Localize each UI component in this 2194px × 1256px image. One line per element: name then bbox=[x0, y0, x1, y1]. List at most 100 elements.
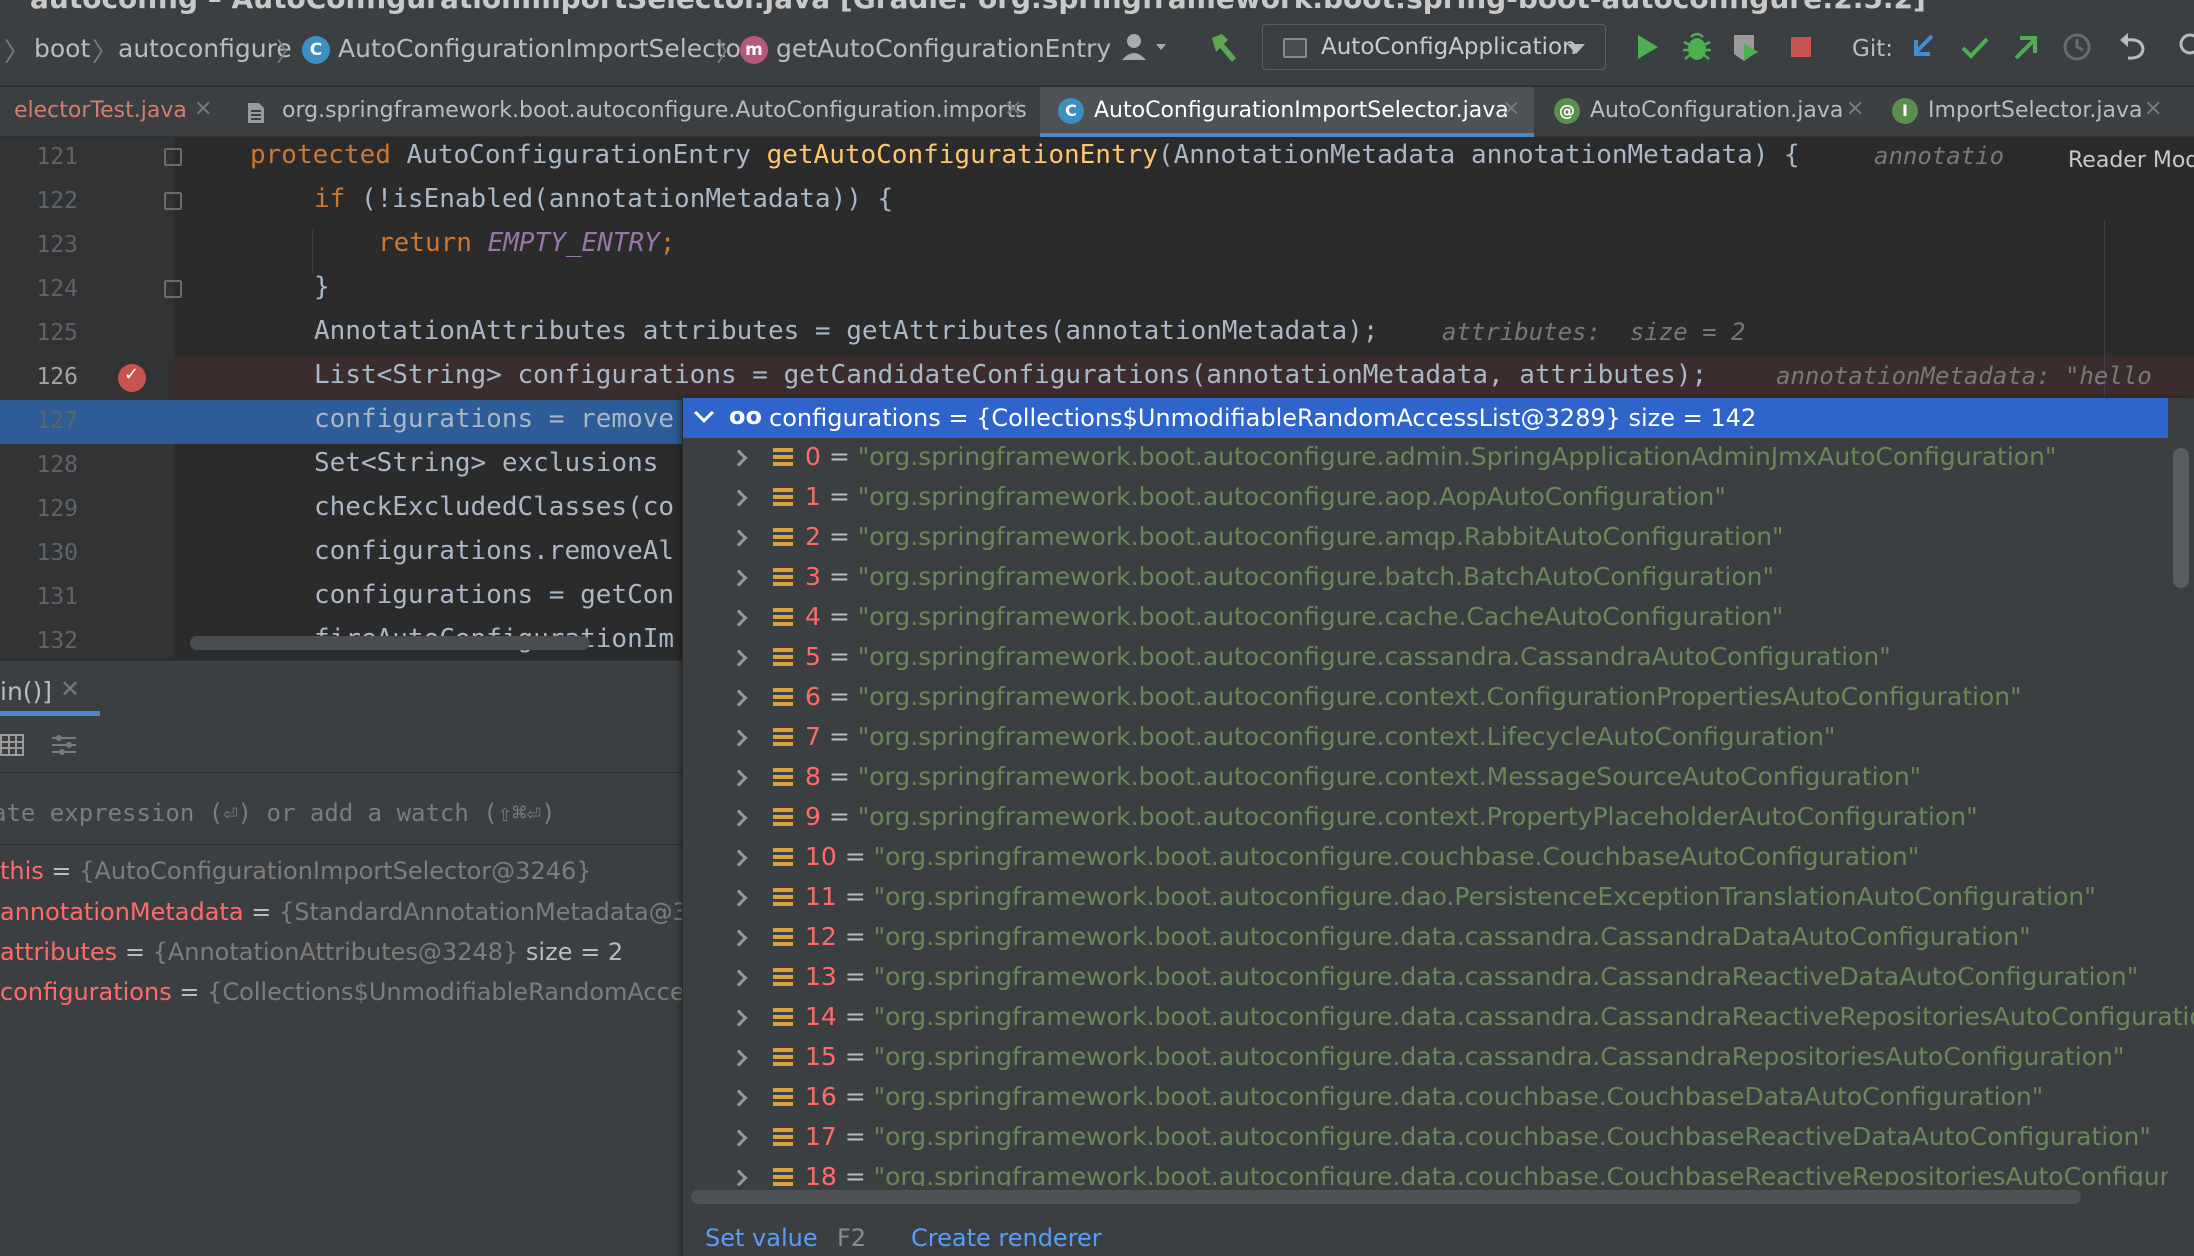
chevron-right-icon[interactable] bbox=[730, 849, 748, 867]
list-item[interactable]: 4 = "org.springframework.boot.autoconfig… bbox=[683, 598, 2168, 638]
list-item[interactable]: 18 = "org.springframework.boot.autoconfi… bbox=[683, 1158, 2168, 1186]
close-icon[interactable]: ✕ bbox=[194, 97, 212, 122]
watch-expression-input[interactable]: ate expression (⏎) or add a watch (⇧⌘⏎) bbox=[0, 785, 690, 845]
close-icon[interactable]: ✕ bbox=[60, 675, 80, 703]
variable-row[interactable]: attributes = {AnnotationAttributes@3248}… bbox=[0, 938, 623, 966]
list-item[interactable]: 7 = "org.springframework.boot.autoconfig… bbox=[683, 718, 2168, 758]
list-item[interactable]: 15 = "org.springframework.boot.autoconfi… bbox=[683, 1038, 2168, 1078]
chevron-right-icon[interactable] bbox=[730, 809, 748, 827]
list-item[interactable]: 13 = "org.springframework.boot.autoconfi… bbox=[683, 958, 2168, 998]
field-lines-icon bbox=[773, 1088, 793, 1108]
annotation-icon: @ bbox=[1554, 98, 1580, 124]
chevron-right-icon[interactable] bbox=[730, 609, 748, 627]
run-configuration-dropdown[interactable]: AutoConfigApplication bbox=[1262, 24, 1606, 70]
fold-marker-icon[interactable] bbox=[164, 192, 182, 210]
item-index: 11 bbox=[805, 882, 837, 911]
code-line-128: Set<String> exclusions bbox=[314, 448, 659, 478]
popup-vertical-scrollbar[interactable] bbox=[2173, 448, 2189, 588]
variable-value: {StandardAnnotationMetadata@32 bbox=[278, 898, 704, 926]
git-history-icon[interactable] bbox=[2060, 30, 2094, 64]
variable-row[interactable]: this = {AutoConfigurationImportSelector@… bbox=[0, 857, 592, 885]
chevron-right-icon[interactable] bbox=[730, 1169, 748, 1186]
close-icon[interactable]: ✕ bbox=[1502, 97, 1520, 122]
chevron-right-icon[interactable] bbox=[730, 449, 748, 467]
close-icon[interactable]: ✕ bbox=[2144, 97, 2162, 122]
set-value-shortcut: F2 bbox=[837, 1224, 867, 1252]
git-push-icon[interactable] bbox=[2008, 30, 2042, 64]
chevron-right-icon[interactable] bbox=[730, 889, 748, 907]
list-item[interactable]: 1 = "org.springframework.boot.autoconfig… bbox=[683, 478, 2168, 518]
tab-importselector[interactable]: I ImportSelector.java ✕ bbox=[1878, 87, 2194, 137]
chevron-right-icon[interactable] bbox=[730, 649, 748, 667]
popup-header-row[interactable]: oo configurations = {Collections$Unmodif… bbox=[683, 398, 2168, 438]
list-item[interactable]: 12 = "org.springframework.boot.autoconfi… bbox=[683, 918, 2168, 958]
item-index: 10 bbox=[805, 842, 837, 871]
chevron-right-icon[interactable] bbox=[730, 1129, 748, 1147]
variable-row[interactable]: configurations = {Collections$Unmodifiab… bbox=[0, 978, 685, 1006]
popup-horizontal-scrollbar[interactable] bbox=[691, 1190, 2081, 1204]
item-index: 1 bbox=[805, 482, 821, 511]
list-item[interactable]: 5 = "org.springframework.boot.autoconfig… bbox=[683, 638, 2168, 678]
code-line-130: configurations.removeAl bbox=[314, 536, 675, 566]
close-icon[interactable]: ✕ bbox=[1846, 97, 1864, 122]
tab-autoconfiguration[interactable]: @ AutoConfiguration.java ✕ bbox=[1538, 87, 1890, 137]
chevron-right-icon[interactable] bbox=[730, 529, 748, 547]
variable-row[interactable]: annotationMetadata = {StandardAnnotation… bbox=[0, 898, 703, 926]
git-commit-check-icon[interactable] bbox=[1958, 30, 1992, 64]
fold-marker-icon[interactable] bbox=[164, 148, 182, 166]
debug-session-tab[interactable]: in()] bbox=[0, 677, 52, 706]
list-item[interactable]: 9 = "org.springframework.boot.autoconfig… bbox=[683, 798, 2168, 838]
list-item[interactable]: 6 = "org.springframework.boot.autoconfig… bbox=[683, 678, 2168, 718]
search-icon[interactable] bbox=[2176, 30, 2194, 64]
list-item[interactable]: 8 = "org.springframework.boot.autoconfig… bbox=[683, 758, 2168, 798]
settings-list-icon[interactable] bbox=[50, 733, 78, 757]
chevron-right-icon[interactable] bbox=[730, 569, 748, 587]
table-view-icon[interactable] bbox=[0, 733, 26, 757]
breadcrumb-item-boot[interactable]: boot bbox=[34, 34, 90, 63]
editor-horizontal-scrollbar[interactable] bbox=[190, 636, 590, 650]
chevron-right-icon[interactable] bbox=[730, 769, 748, 787]
stop-icon[interactable] bbox=[1784, 30, 1818, 64]
chevron-down-icon[interactable] bbox=[694, 403, 714, 423]
line-number: 122 bbox=[36, 188, 78, 214]
list-item-text: 18 = "org.springframework.boot.autoconfi… bbox=[805, 1162, 2168, 1186]
equals-sign: = bbox=[820, 802, 858, 831]
close-icon[interactable]: ✕ bbox=[1004, 97, 1022, 122]
popup-footer: Set value F2 Create renderer bbox=[683, 1210, 2194, 1256]
run-icon[interactable] bbox=[1630, 30, 1664, 64]
chevron-right-icon[interactable] bbox=[730, 729, 748, 747]
git-rollback-icon[interactable] bbox=[2116, 30, 2150, 64]
chevron-right-icon[interactable] bbox=[730, 1089, 748, 1107]
breadcrumb-item-class[interactable]: AutoConfigurationImportSelector bbox=[338, 34, 751, 63]
chevron-right-icon[interactable] bbox=[730, 1009, 748, 1027]
list-item[interactable]: 3 = "org.springframework.boot.autoconfig… bbox=[683, 558, 2168, 598]
item-value: "org.springframework.boot.autoconfigure.… bbox=[857, 442, 2057, 471]
breadcrumb-item-autoconfigure[interactable]: autoconfigure bbox=[118, 34, 292, 63]
tab-autoconfigurationimportselector[interactable]: C AutoConfigurationImportSelector.java ✕ bbox=[1040, 87, 1534, 137]
reader-mode-toggle[interactable]: Reader Mod bbox=[2068, 148, 2194, 173]
user-icon[interactable] bbox=[1120, 30, 1170, 64]
debug-icon[interactable] bbox=[1680, 30, 1714, 64]
breadcrumb-item-method[interactable]: getAutoConfigurationEntry bbox=[776, 34, 1111, 63]
tab-autoconfiguration-imports[interactable]: org.springframework.boot.autoconfigure.A… bbox=[232, 87, 1042, 137]
chevron-right-icon[interactable] bbox=[730, 1049, 748, 1067]
chevron-right-icon[interactable] bbox=[730, 689, 748, 707]
create-renderer-link[interactable]: Create renderer bbox=[911, 1224, 1102, 1252]
list-item[interactable]: 11 = "org.springframework.boot.autoconfi… bbox=[683, 878, 2168, 918]
fold-marker-icon[interactable] bbox=[164, 280, 182, 298]
list-item[interactable]: 17 = "org.springframework.boot.autoconfi… bbox=[683, 1118, 2168, 1158]
set-value-link[interactable]: Set value bbox=[705, 1224, 818, 1252]
list-item[interactable]: 10 = "org.springframework.boot.autoconfi… bbox=[683, 838, 2168, 878]
list-item[interactable]: 16 = "org.springframework.boot.autoconfi… bbox=[683, 1078, 2168, 1118]
list-item[interactable]: 14 = "org.springframework.boot.autoconfi… bbox=[683, 998, 2194, 1038]
coverage-icon[interactable] bbox=[1728, 30, 1762, 64]
list-item-text: 17 = "org.springframework.boot.autoconfi… bbox=[805, 1122, 2151, 1151]
git-update-icon[interactable] bbox=[1906, 30, 1940, 64]
list-item[interactable]: 2 = "org.springframework.boot.autoconfig… bbox=[683, 518, 2168, 558]
chevron-right-icon[interactable] bbox=[730, 969, 748, 987]
chevron-right-icon[interactable] bbox=[730, 489, 748, 507]
build-hammer-icon[interactable] bbox=[1206, 30, 1240, 64]
chevron-right-icon[interactable] bbox=[730, 929, 748, 947]
list-item[interactable]: 0 = "org.springframework.boot.autoconfig… bbox=[683, 438, 2168, 478]
tab-selector-test[interactable]: electorTest.java ✕ bbox=[0, 87, 228, 137]
